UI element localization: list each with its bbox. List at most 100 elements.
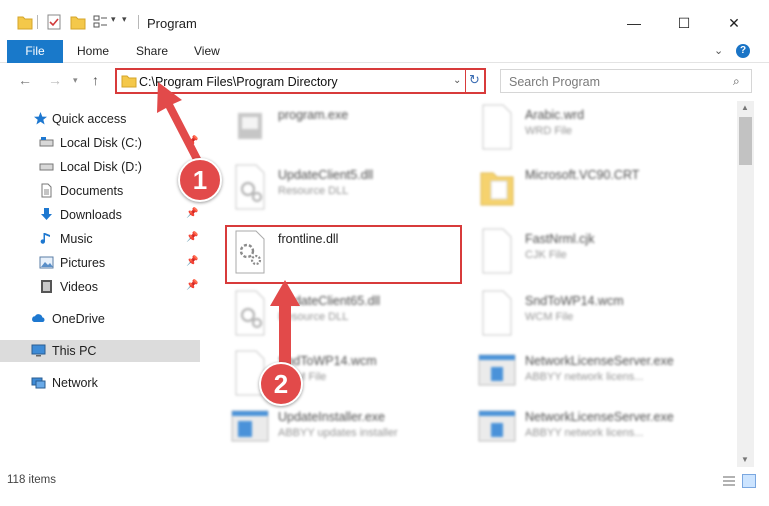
folder-icon xyxy=(480,172,514,206)
file-name: UpdateClient5.dll xyxy=(278,168,374,182)
music-icon xyxy=(40,233,50,244)
customize-toolbar-icon[interactable]: ▾ xyxy=(122,14,127,32)
vertical-scrollbar[interactable]: ▲ ▼ xyxy=(737,101,754,467)
tab-view[interactable]: View xyxy=(194,40,220,63)
file-name: UpdateInstaller.exe xyxy=(278,410,386,424)
sidebar-item-music[interactable]: Music 📌 xyxy=(0,228,200,250)
highlight-box xyxy=(225,225,462,284)
navigation-pane: Quick access Local Disk (C:) 📌 Local Dis… xyxy=(0,101,203,467)
sidebar-item-local-disk-c[interactable]: Local Disk (C:) 📌 xyxy=(0,132,200,154)
folder-icon xyxy=(121,75,137,88)
file-description: ABBYY updates installer xyxy=(278,427,398,439)
chevron-down-icon[interactable]: ⌄ xyxy=(453,75,461,86)
pin-icon[interactable]: 📌 xyxy=(186,136,198,147)
step-badge-1: 1 xyxy=(178,158,222,202)
computer-icon xyxy=(31,344,46,357)
close-button[interactable]: ✕ xyxy=(711,8,757,38)
sidebar-item-label: This PC xyxy=(52,344,97,358)
network-icon xyxy=(31,377,46,389)
file-name: SndToWP14.wcm xyxy=(525,294,624,308)
minimize-button[interactable]: — xyxy=(611,8,657,38)
file-item-arabic-wrd[interactable]: Arabic.wrd WRD File xyxy=(477,103,727,159)
file-description: Resource DLL xyxy=(278,311,349,323)
videos-icon xyxy=(41,280,52,293)
file-name: NetworkLicenseServer.exe xyxy=(525,354,674,368)
view-options-icon[interactable] xyxy=(92,13,108,31)
file-item-updateclient5-dll[interactable]: UpdateClient5.dll Resource DLL xyxy=(230,163,480,219)
address-path[interactable]: C:\Program Files\Program Directory xyxy=(139,75,338,89)
folder-icon[interactable] xyxy=(17,13,33,31)
sidebar-item-label: OneDrive xyxy=(52,312,105,326)
pin-icon[interactable]: 📌 xyxy=(186,280,198,291)
pin-icon[interactable]: 📌 xyxy=(186,208,198,219)
maximize-button[interactable]: ☐ xyxy=(661,8,707,38)
step-badge-2: 2 xyxy=(259,362,303,406)
file-description: Resource DLL xyxy=(278,185,349,197)
sidebar-item-quick-access[interactable]: Quick access xyxy=(0,108,200,130)
exe-file-icon xyxy=(238,113,262,139)
properties-check-icon[interactable] xyxy=(46,13,62,31)
sidebar-item-label: Network xyxy=(52,376,98,390)
scroll-thumb[interactable] xyxy=(739,117,752,165)
tab-home[interactable]: Home xyxy=(77,40,109,63)
large-icons-view-icon[interactable] xyxy=(742,474,756,488)
file-item-updateinstaller-exe[interactable]: UpdateInstaller.exe ABBYY updates instal… xyxy=(230,405,480,461)
recent-locations-icon[interactable]: ▾ xyxy=(73,75,78,86)
forward-arrow-icon[interactable]: → xyxy=(48,72,62,88)
expand-ribbon-icon[interactable]: ⌄ xyxy=(714,44,723,57)
file-name: Arabic.wrd xyxy=(525,108,585,122)
toolbar-separator xyxy=(37,15,38,29)
up-arrow-icon[interactable]: ↑ xyxy=(92,72,99,88)
sidebar-item-label: Documents xyxy=(60,184,124,198)
file-item-sndtowp14-wcm[interactable]: SndToWP14.wcm WCM File xyxy=(477,289,727,345)
sidebar-item-label: Local Disk (D:) xyxy=(60,160,142,174)
sidebar-item-documents[interactable]: Documents xyxy=(0,180,200,202)
file-item-networklicenseserver-exe[interactable]: NetworkLicenseServer.exe ABBYY network l… xyxy=(477,349,727,405)
sidebar-item-pictures[interactable]: Pictures 📌 xyxy=(0,252,200,274)
file-name: NetworkLicenseServer.exe xyxy=(525,410,674,424)
search-icon[interactable]: ⌕ xyxy=(733,74,740,89)
sidebar-item-network[interactable]: Network xyxy=(0,372,200,394)
address-bar[interactable]: C:\Program Files\Program Directory ⌄ ↻ xyxy=(115,68,486,94)
file-item-microsoft-vc90-crt[interactable]: Microsoft.VC90.CRT xyxy=(477,163,727,219)
drive-icon xyxy=(39,137,54,147)
document-file-icon xyxy=(482,228,512,274)
file-name: program.exe xyxy=(278,108,349,122)
sidebar-item-label: Pictures xyxy=(60,256,106,270)
title-bar: ▾ ▾ Program — ☐ ✕ xyxy=(0,0,769,40)
file-item-networklicenseserver-exe-2[interactable]: NetworkLicenseServer.exe ABBYY network l… xyxy=(477,405,727,461)
search-placeholder: Search Program xyxy=(509,75,601,89)
file-item-updateclient65-dll[interactable]: UpdateClient65.dll Resource DLL xyxy=(230,289,480,345)
pin-icon[interactable]: 📌 xyxy=(186,232,198,243)
sidebar-item-videos[interactable]: Videos 📌 xyxy=(0,276,200,298)
scroll-down-icon[interactable]: ▼ xyxy=(741,455,749,464)
file-description: ABBYY network licens... xyxy=(525,371,644,383)
ribbon-tabs: File Home Share View ⌄ ? xyxy=(0,40,769,63)
help-icon[interactable]: ? xyxy=(736,44,750,58)
new-folder-icon[interactable] xyxy=(70,13,86,31)
pictures-icon xyxy=(39,256,54,269)
search-input[interactable]: Search Program ⌕ xyxy=(500,69,752,93)
sidebar-item-this-pc[interactable]: This PC xyxy=(0,340,200,362)
dll-file-icon xyxy=(235,290,265,336)
details-view-icon[interactable] xyxy=(722,474,736,488)
file-item-program-exe[interactable]: program.exe xyxy=(230,103,480,159)
navigation-bar: ← → ▾ ↑ C:\Program Files\Program Directo… xyxy=(0,63,769,101)
pin-icon[interactable]: 📌 xyxy=(186,256,198,267)
refresh-icon[interactable]: ↻ xyxy=(469,72,480,88)
tab-file[interactable]: File xyxy=(7,40,63,63)
sidebar-item-local-disk-d[interactable]: Local Disk (D:) xyxy=(0,156,200,178)
back-arrow-icon[interactable]: ← xyxy=(18,72,32,88)
item-count: 118 items xyxy=(7,474,57,486)
document-file-icon xyxy=(482,104,512,150)
sidebar-item-downloads[interactable]: Downloads 📌 xyxy=(0,204,200,226)
sidebar-item-label: Quick access xyxy=(52,112,127,126)
sidebar-item-onedrive[interactable]: OneDrive xyxy=(0,308,200,330)
file-description: ABBYY network licens... xyxy=(525,427,644,439)
documents-icon xyxy=(41,183,52,198)
scroll-up-icon[interactable]: ▲ xyxy=(741,103,749,112)
chevron-down-icon[interactable]: ▾ xyxy=(111,14,116,32)
file-item-fastnrml-cjk[interactable]: FastNrml.cjk CJK File xyxy=(477,227,727,283)
tab-share[interactable]: Share xyxy=(136,40,168,63)
file-list: program.exe Arabic.wrd WRD File UpdateCl… xyxy=(203,101,736,467)
